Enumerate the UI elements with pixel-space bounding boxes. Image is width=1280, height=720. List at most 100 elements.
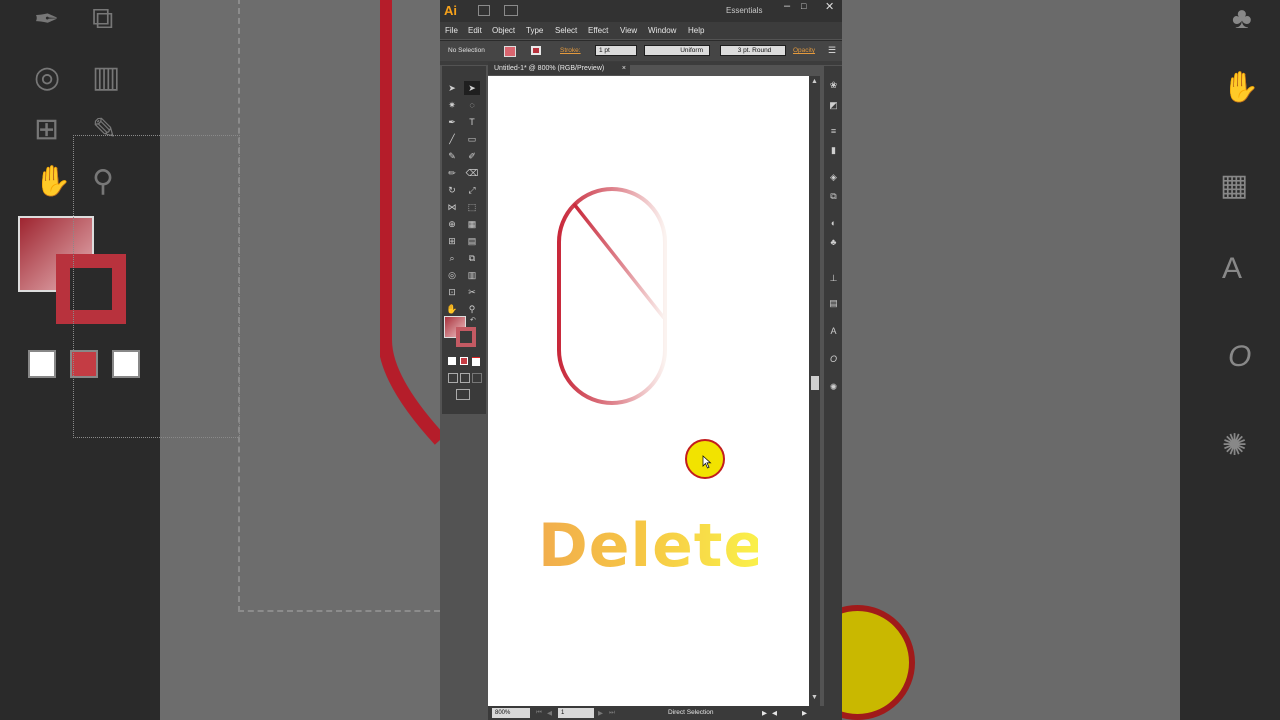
paintbrush-icon[interactable]: ✎ bbox=[444, 149, 460, 163]
stroke-color-swatch[interactable] bbox=[531, 46, 541, 55]
pen-tool-icon[interactable]: ✒ bbox=[444, 115, 460, 129]
last-artboard-icon[interactable]: ⏭ bbox=[609, 709, 615, 717]
brush-icon: ✋ bbox=[1222, 71, 1260, 104]
width-tool-icon[interactable]: ⋈ bbox=[444, 200, 460, 214]
minimize-icon[interactable]: – bbox=[784, 0, 790, 12]
rectangle-tool-icon[interactable]: ▭ bbox=[464, 132, 480, 146]
color-guide-icon[interactable]: ❀ bbox=[828, 80, 839, 91]
horizontal-scroll-right-icon[interactable]: ▶ bbox=[802, 709, 807, 717]
status-menu-arrow-icon[interactable]: ▶ bbox=[762, 709, 767, 717]
graphic-styles-icon[interactable]: ✺ bbox=[828, 382, 839, 393]
selection-tool-icon[interactable]: ➤ bbox=[444, 81, 460, 95]
menu-type[interactable]: Type bbox=[526, 26, 543, 35]
gradient-tool-icon[interactable]: ▤ bbox=[464, 234, 480, 248]
symbol-sprayer-icon[interactable]: ◎ bbox=[444, 268, 460, 282]
opacity-label[interactable]: Opacity bbox=[793, 47, 815, 54]
gradient-mode-button[interactable] bbox=[460, 357, 468, 365]
character-icon[interactable]: A bbox=[828, 326, 839, 337]
horizontal-scroll-left-icon[interactable]: ◀ bbox=[772, 709, 777, 717]
previous-artboard-icon[interactable]: ◀ bbox=[547, 709, 552, 717]
stroke-panel-icon[interactable]: ≡ bbox=[828, 126, 839, 137]
blob-brush-icon[interactable]: ✏ bbox=[444, 166, 460, 180]
menu-edit[interactable]: Edit bbox=[468, 26, 482, 35]
color-mode-button[interactable] bbox=[448, 357, 456, 365]
zoom-tool-icon[interactable]: ⚲ bbox=[464, 302, 480, 316]
brush-definition[interactable]: 3 pt. Round bbox=[720, 45, 786, 56]
fill-color-swatch[interactable] bbox=[504, 46, 516, 57]
menu-file[interactable]: File bbox=[445, 26, 458, 35]
menu-view[interactable]: View bbox=[620, 26, 637, 35]
scroll-down-icon[interactable]: ▼ bbox=[811, 694, 818, 701]
menu-object[interactable]: Object bbox=[492, 26, 515, 35]
stroke-swatch[interactable] bbox=[456, 327, 476, 347]
graph-tool-icon[interactable]: ▥ bbox=[464, 268, 480, 282]
lasso-icon[interactable]: ◌ bbox=[464, 98, 480, 112]
brushes-icon[interactable]: ◩ bbox=[828, 100, 839, 111]
panel-menu-icon[interactable]: ☰ bbox=[828, 45, 836, 56]
stroke-weight-field[interactable]: 1 pt bbox=[595, 45, 637, 56]
scale-icon[interactable]: ⤢ bbox=[464, 183, 480, 197]
swatches-icon: ▦ bbox=[1220, 169, 1249, 202]
next-artboard-icon[interactable]: ▶ bbox=[598, 709, 603, 717]
pencil-icon[interactable]: ✐ bbox=[464, 149, 480, 163]
pill-shape-artwork[interactable] bbox=[540, 170, 690, 420]
blend-tool-icon: ⧉ bbox=[92, 2, 114, 35]
stroke-label[interactable]: Stroke: bbox=[560, 47, 581, 54]
draw-normal-icon[interactable] bbox=[448, 373, 458, 383]
first-artboard-icon[interactable]: ⏮ bbox=[536, 709, 542, 717]
workspace-switcher[interactable]: Essentials bbox=[726, 6, 762, 15]
transform-icon[interactable]: ▤ bbox=[828, 298, 839, 309]
swap-fill-stroke-icon[interactable]: ↶ bbox=[470, 316, 476, 324]
control-bar: No Selection Stroke: 1 pt Uniform 3 pt. … bbox=[440, 40, 842, 61]
club-icon: ♣ bbox=[1232, 2, 1252, 35]
symbols-icon[interactable]: ♣ bbox=[828, 237, 839, 248]
none-mode-button[interactable] bbox=[472, 357, 480, 366]
draw-inside-icon[interactable] bbox=[472, 373, 482, 383]
shape-builder-icon[interactable]: ⊕ bbox=[444, 217, 460, 231]
artboards-icon[interactable]: ⧉ bbox=[828, 191, 839, 202]
mesh-tool-icon[interactable]: ⊞ bbox=[444, 234, 460, 248]
direct-selection-tool-icon[interactable]: ➤ bbox=[464, 81, 480, 95]
slice-tool-icon[interactable]: ✂ bbox=[464, 285, 480, 299]
zoom-level-field[interactable]: 800% bbox=[492, 708, 530, 718]
free-transform-icon[interactable]: ⬚ bbox=[464, 200, 480, 214]
line-tool-icon[interactable]: ╱ bbox=[444, 132, 460, 146]
appearance-icon[interactable]: ◐ bbox=[828, 218, 839, 229]
menu-select[interactable]: Select bbox=[555, 26, 577, 35]
arrange-documents-button[interactable] bbox=[504, 5, 518, 16]
document-tab-label: Untitled-1* @ 800% (RGB/Preview) bbox=[494, 65, 605, 72]
pill-diagonal-line[interactable] bbox=[572, 202, 666, 320]
scroll-up-icon[interactable]: ▲ bbox=[811, 78, 818, 85]
menu-effect[interactable]: Effect bbox=[588, 26, 608, 35]
screen-mode-icon[interactable] bbox=[456, 389, 470, 400]
close-icon[interactable]: ✕ bbox=[825, 0, 834, 13]
align-icon[interactable]: ⊥ bbox=[828, 273, 839, 284]
eyedropper-icon[interactable]: ⌕ bbox=[444, 251, 460, 265]
menu-help[interactable]: Help bbox=[688, 26, 704, 35]
opentype-icon[interactable]: O bbox=[828, 354, 839, 365]
rotate-icon[interactable]: ↻ bbox=[444, 183, 460, 197]
artboard-tool-icon[interactable]: ⊡ bbox=[444, 285, 460, 299]
artboard-number-field[interactable]: 1 bbox=[558, 708, 594, 718]
hand-tool-icon[interactable]: ✋ bbox=[444, 302, 460, 316]
perspective-grid-icon[interactable]: ▦ bbox=[464, 217, 480, 231]
draw-behind-icon[interactable] bbox=[460, 373, 470, 383]
symbol-sprayer-icon: ◎ bbox=[34, 61, 61, 94]
blend-tool-icon[interactable]: ⧉ bbox=[464, 251, 480, 265]
blurred-panel-dock: ♣ ✋ ▦ A O ✺ bbox=[1180, 0, 1280, 720]
variable-width-profile[interactable]: Uniform bbox=[644, 45, 710, 56]
vertical-scrollbar[interactable]: ▲ ▼ bbox=[809, 76, 820, 706]
close-tab-icon[interactable]: × bbox=[622, 62, 626, 75]
bridge-button[interactable] bbox=[478, 5, 490, 16]
document-tab[interactable]: Untitled-1* @ 800% (RGB/Preview) × bbox=[488, 62, 630, 75]
layers-icon[interactable]: ◈ bbox=[828, 172, 839, 183]
maximize-icon[interactable]: □ bbox=[801, 1, 806, 11]
type-tool-icon[interactable]: T bbox=[464, 115, 480, 129]
menu-window[interactable]: Window bbox=[648, 26, 676, 35]
vertical-scroll-thumb[interactable] bbox=[811, 376, 819, 390]
magic-wand-icon[interactable]: ✷ bbox=[444, 98, 460, 112]
eraser-icon[interactable]: ⌫ bbox=[464, 166, 480, 180]
pill-outline[interactable] bbox=[557, 187, 667, 405]
current-tool-status: Direct Selection bbox=[668, 709, 714, 716]
gradient-panel-icon[interactable]: ▮ bbox=[828, 145, 839, 156]
